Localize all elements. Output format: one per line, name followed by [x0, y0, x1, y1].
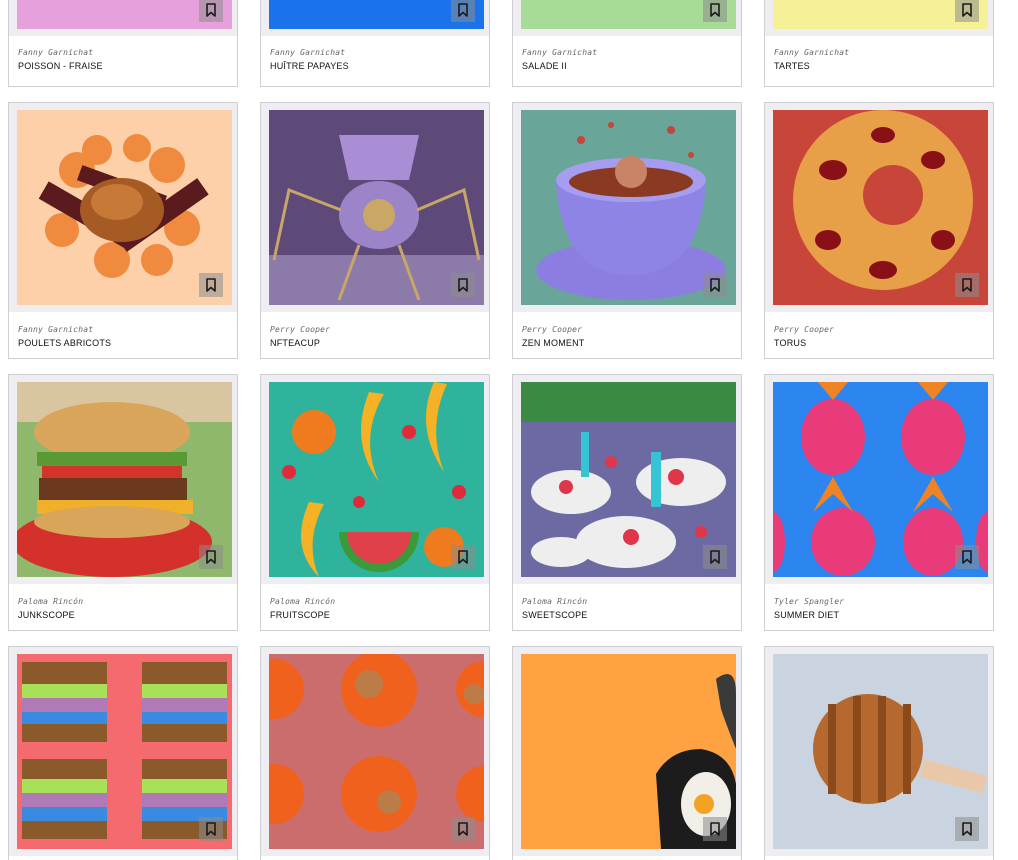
- bookmark-icon[interactable]: [703, 0, 727, 22]
- artwork-card[interactable]: Fanny Garnichat HUÎTRE PAPAYES: [260, 0, 490, 87]
- artist-name[interactable]: Perry Cooper: [270, 325, 330, 334]
- artwork-image-frame: [261, 0, 489, 36]
- artwork-card[interactable]: Paloma Rincón FRUITSCOPE: [260, 374, 490, 631]
- artist-name[interactable]: Paloma Rincón: [270, 597, 335, 606]
- bookmark-icon[interactable]: [703, 817, 727, 841]
- artwork-image-frame: [9, 647, 237, 856]
- artwork-card[interactable]: Paloma Rincón JUNKSCOPE: [8, 374, 238, 631]
- artwork-image-frame: [765, 375, 993, 584]
- artwork-image-frame: [9, 0, 237, 36]
- artwork-title[interactable]: HUÎTRE PAPAYES: [270, 61, 349, 71]
- artwork-title[interactable]: POULETS ABRICOTS: [18, 338, 111, 348]
- artwork-image-frame: [9, 375, 237, 584]
- artwork-title[interactable]: SALADE II: [522, 61, 567, 71]
- artwork-title[interactable]: ZEN MOMENT: [522, 338, 585, 348]
- artwork-title[interactable]: TARTES: [774, 61, 810, 71]
- bookmark-icon[interactable]: [451, 545, 475, 569]
- artwork-card[interactable]: Fanny Garnichat SALADE II: [512, 0, 742, 87]
- artwork-card[interactable]: [260, 646, 490, 860]
- artwork-grid: Fanny Garnichat POISSON - FRAISE Fanny G…: [0, 0, 1018, 860]
- bookmark-icon[interactable]: [451, 817, 475, 841]
- artwork-title[interactable]: POISSON - FRAISE: [18, 61, 103, 71]
- artwork-title[interactable]: SWEETSCOPE: [522, 610, 588, 620]
- bookmark-icon[interactable]: [199, 0, 223, 22]
- artwork-title[interactable]: JUNKSCOPE: [18, 610, 75, 620]
- bookmark-icon[interactable]: [955, 273, 979, 297]
- artwork-title[interactable]: NFTEACUP: [270, 338, 320, 348]
- artist-name[interactable]: Fanny Garnichat: [18, 48, 93, 57]
- artwork-image-frame: [513, 0, 741, 36]
- artist-name[interactable]: Fanny Garnichat: [774, 48, 849, 57]
- artwork-card[interactable]: Perry Cooper TORUS: [764, 102, 994, 359]
- artwork-card[interactable]: Perry Cooper ZEN MOMENT: [512, 102, 742, 359]
- artist-name[interactable]: Fanny Garnichat: [18, 325, 93, 334]
- bookmark-icon[interactable]: [451, 0, 475, 22]
- artwork-image-frame: [765, 103, 993, 312]
- artist-name[interactable]: Perry Cooper: [522, 325, 582, 334]
- bookmark-icon[interactable]: [955, 0, 979, 22]
- artwork-image-frame: [513, 647, 741, 856]
- bookmark-icon[interactable]: [199, 545, 223, 569]
- artwork-title[interactable]: TORUS: [774, 338, 806, 348]
- artwork-card[interactable]: [512, 646, 742, 860]
- artwork-image-frame: [765, 0, 993, 36]
- artist-name[interactable]: Fanny Garnichat: [522, 48, 597, 57]
- bookmark-icon[interactable]: [199, 273, 223, 297]
- artwork-image-frame: [765, 647, 993, 856]
- artwork-card[interactable]: [8, 646, 238, 860]
- artist-name[interactable]: Paloma Rincón: [18, 597, 83, 606]
- bookmark-icon[interactable]: [451, 273, 475, 297]
- artwork-image-frame: [261, 647, 489, 856]
- artwork-image-frame: [9, 103, 237, 312]
- artist-name[interactable]: Perry Cooper: [774, 325, 834, 334]
- artwork-image-frame: [261, 375, 489, 584]
- artist-name[interactable]: Fanny Garnichat: [270, 48, 345, 57]
- artist-name[interactable]: Paloma Rincón: [522, 597, 587, 606]
- artwork-card[interactable]: Fanny Garnichat POULETS ABRICOTS: [8, 102, 238, 359]
- artwork-card[interactable]: Paloma Rincón SWEETSCOPE: [512, 374, 742, 631]
- artwork-card[interactable]: [764, 646, 994, 860]
- bookmark-icon[interactable]: [199, 817, 223, 841]
- artwork-image-frame: [513, 375, 741, 584]
- artwork-card[interactable]: Fanny Garnichat POISSON - FRAISE: [8, 0, 238, 87]
- artwork-card[interactable]: Tyler Spangler SUMMER DIET: [764, 374, 994, 631]
- bookmark-icon[interactable]: [703, 273, 727, 297]
- artwork-title[interactable]: SUMMER DIET: [774, 610, 839, 620]
- artwork-card[interactable]: Fanny Garnichat TARTES: [764, 0, 994, 87]
- artist-name[interactable]: Tyler Spangler: [774, 597, 844, 606]
- artwork-title[interactable]: FRUITSCOPE: [270, 610, 330, 620]
- artwork-image-frame: [261, 103, 489, 312]
- bookmark-icon[interactable]: [955, 817, 979, 841]
- artwork-card[interactable]: Perry Cooper NFTEACUP: [260, 102, 490, 359]
- bookmark-icon[interactable]: [703, 545, 727, 569]
- bookmark-icon[interactable]: [955, 545, 979, 569]
- artwork-image-frame: [513, 103, 741, 312]
